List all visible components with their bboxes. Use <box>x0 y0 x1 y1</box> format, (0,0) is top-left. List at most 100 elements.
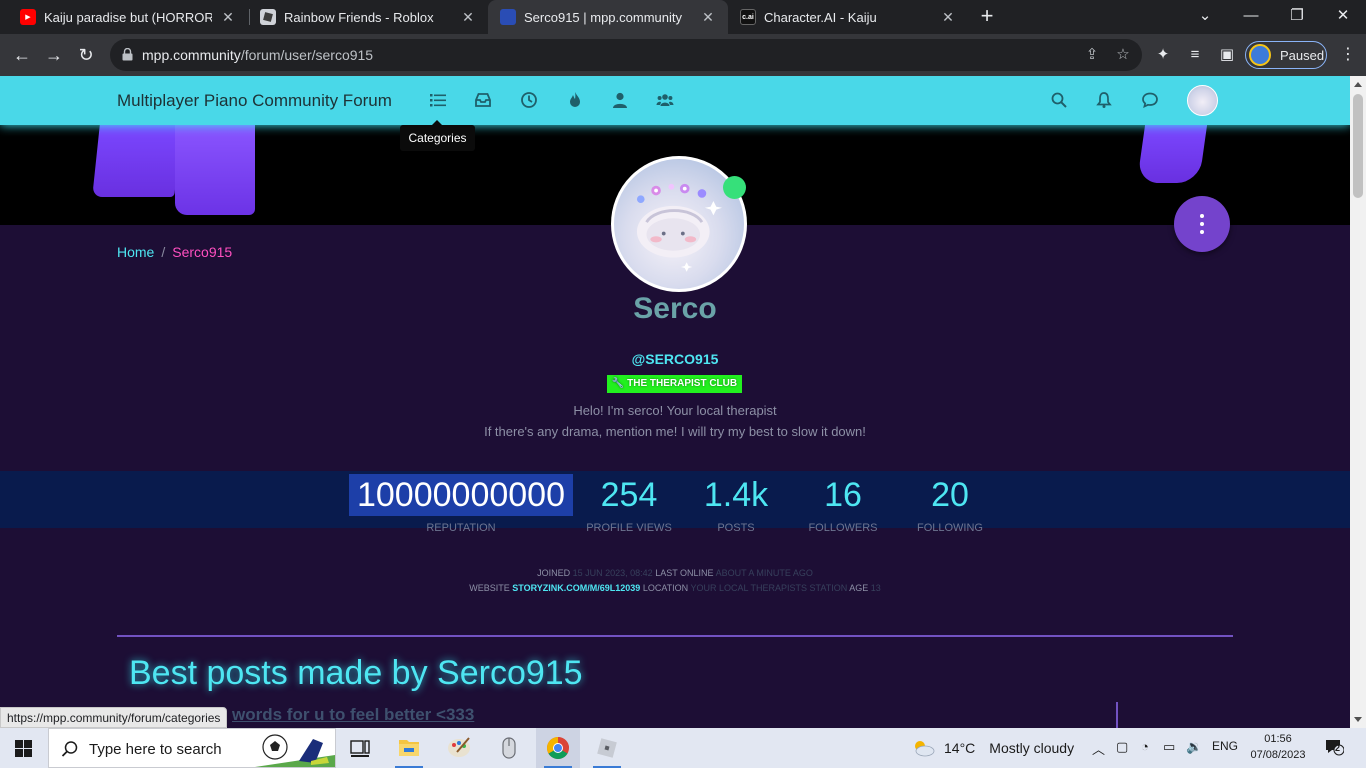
roblox-app-icon[interactable] <box>585 728 629 768</box>
users-icon[interactable] <box>656 91 674 109</box>
stat-label: POSTS <box>717 522 755 534</box>
page-scrollbar[interactable] <box>1350 76 1366 728</box>
more-dots-icon <box>1200 214 1204 218</box>
stat-label: PROFILE VIEWS <box>586 522 672 534</box>
profile-avatar <box>1249 44 1271 66</box>
profile-status-label: Paused <box>1280 47 1325 63</box>
media-control-icon[interactable]: ≡ <box>1184 44 1206 66</box>
chrome-icon[interactable] <box>536 728 580 768</box>
meta-value: 15 JUN 2023, 08:42 <box>572 568 653 578</box>
scroll-down-arrow[interactable] <box>1354 717 1362 722</box>
post-title-link[interactable]: words for u to feel better <333 <box>232 705 474 725</box>
lock-icon <box>122 48 133 61</box>
weather-temperature: 14°C <box>944 740 976 756</box>
restore-button[interactable]: ❐ <box>1282 4 1312 28</box>
wifi-icon[interactable]: ◔ <box>1141 739 1149 754</box>
profile-display-name: Serco <box>633 292 717 325</box>
bookmark-star-icon[interactable]: ☆ <box>1113 45 1133 65</box>
language-indicator[interactable]: ENG <box>1212 739 1238 753</box>
roblox-icon <box>260 9 276 25</box>
side-panel-icon[interactable]: ▣ <box>1216 44 1238 66</box>
profile-meta-website: WEBSITE STORYZINK.COM/M/69L12039 LOCATIO… <box>0 583 1350 593</box>
profile-paused-button[interactable]: Paused <box>1245 41 1327 69</box>
close-icon[interactable]: ✕ <box>940 9 956 26</box>
forward-button[interactable]: → <box>42 43 66 67</box>
close-window-button[interactable]: ✕ <box>1328 4 1358 28</box>
close-icon[interactable]: ✕ <box>220 9 236 26</box>
wrench-icon: 🔧 <box>611 378 628 389</box>
tab-youtube[interactable]: ▶ Kaiju paradise but (HORROR) gan ✕ <box>8 0 248 34</box>
categories-tooltip: Categories <box>400 120 475 151</box>
stat-posts[interactable]: 1.4k POSTS <box>691 474 781 534</box>
stat-label: FOLLOWERS <box>808 522 878 534</box>
profile-actions-button[interactable] <box>1174 196 1230 252</box>
browser-menu-icon[interactable]: ⋮ <box>1340 44 1356 66</box>
site-brand[interactable]: Multiplayer Piano Community Forum <box>117 91 392 111</box>
meet-now-icon[interactable]: ▢ <box>1116 739 1128 755</box>
tab-title: Kaiju paradise but (HORROR) gan <box>44 9 212 25</box>
notification-count: 2 <box>1335 743 1341 753</box>
paint-app-icon[interactable] <box>437 728 481 768</box>
scroll-up-arrow[interactable] <box>1354 82 1362 87</box>
meta-label: WEBSITE <box>469 583 510 593</box>
tray-chevron-up-icon[interactable]: ︿ <box>1092 739 1105 758</box>
taskbar-search-box[interactable]: Type here to search <box>48 728 336 768</box>
user-menu-avatar[interactable] <box>1187 85 1218 116</box>
list-icon[interactable] <box>429 91 447 109</box>
close-icon[interactable]: ✕ <box>700 9 716 26</box>
search-icon[interactable] <box>1050 91 1068 109</box>
file-explorer-icon[interactable] <box>387 728 431 768</box>
taskbar-clock[interactable]: 01:56 07/08/2023 <box>1250 731 1306 763</box>
reload-button[interactable]: ↻ <box>74 43 98 67</box>
scroll-thumb[interactable] <box>1353 94 1363 198</box>
inbox-icon[interactable] <box>474 91 492 109</box>
user-icon[interactable] <box>611 91 629 109</box>
about-line: Helo! I'm serco! Your local therapist <box>573 403 777 418</box>
page-viewport: Multiplayer Piano Community Forum Catego… <box>0 76 1350 728</box>
back-button[interactable]: ← <box>10 43 34 67</box>
meta-value: YOUR LOCAL THERAPISTS STATION <box>690 583 848 593</box>
breadcrumb-home-link[interactable]: Home <box>117 244 154 260</box>
best-posts-heading: Best posts made by Serco915 <box>129 654 583 692</box>
cloudy-weather-icon <box>915 741 935 757</box>
task-view-icon[interactable] <box>338 728 382 768</box>
clock-icon[interactable] <box>520 91 538 109</box>
weather-widget[interactable]: 14°C Mostly cloudy <box>910 738 1074 758</box>
more-dots-icon <box>1200 230 1204 234</box>
tab-roblox[interactable]: Rainbow Friends - Roblox ✕ <box>248 0 488 34</box>
address-bar[interactable]: mpp.community/forum/user/serco915 ⇪ ☆ <box>110 39 1142 71</box>
cover-art-shape <box>92 125 182 197</box>
windows-start-icon[interactable] <box>15 740 32 757</box>
profile-meta-joined: JOINED 15 JUN 2023, 08:42 LAST ONLINE AB… <box>0 568 1350 578</box>
breadcrumb-current: Serco915 <box>172 244 233 260</box>
tab-title: Rainbow Friends - Roblox <box>284 9 434 25</box>
tab-search-chevron-icon[interactable]: ⌄ <box>1190 4 1220 28</box>
extensions-icon[interactable]: ✦ <box>1152 44 1174 66</box>
close-icon[interactable]: ✕ <box>460 9 476 26</box>
stat-following[interactable]: 20 FOLLOWING <box>905 474 995 534</box>
new-tab-button[interactable]: + <box>977 5 997 29</box>
more-dots-icon <box>1200 222 1204 226</box>
volume-icon[interactable]: 🔉 <box>1186 739 1202 755</box>
group-badge[interactable]: 🔧 THE THERAPIST CLUB <box>607 375 742 393</box>
windows-taskbar: Type here to search 14°C Mostly cloudy ︿… <box>0 728 1366 768</box>
tab-characterai[interactable]: c.ai Character.AI - Kaiju ✕ <box>728 0 968 34</box>
online-status-indicator <box>723 176 746 199</box>
share-icon[interactable]: ⇪ <box>1082 45 1102 65</box>
battery-icon[interactable]: ▭ <box>1163 739 1175 755</box>
chat-icon[interactable] <box>1141 91 1159 109</box>
stat-value: 20 <box>931 476 969 514</box>
website-link[interactable]: STORYZINK.COM/M/69L12039 <box>512 583 640 593</box>
site-navbar: Multiplayer Piano Community Forum <box>0 76 1350 125</box>
minimize-button[interactable]: — <box>1236 4 1266 28</box>
stat-reputation: 10000000000 REPUTATION <box>349 474 573 534</box>
tab-mpp-community[interactable]: Serco915 | mpp.community ✕ <box>488 0 728 34</box>
fire-icon[interactable] <box>566 91 584 109</box>
group-badge-label: THE THERAPIST CLUB <box>627 378 738 389</box>
notification-center-icon[interactable]: 2 <box>1324 738 1345 756</box>
profile-username: @SERCO915 <box>631 351 719 367</box>
mouse-app-icon[interactable] <box>487 728 531 768</box>
stat-followers[interactable]: 16 FOLLOWERS <box>798 474 888 534</box>
bell-icon[interactable] <box>1095 91 1113 109</box>
characterai-icon: c.ai <box>740 9 756 25</box>
